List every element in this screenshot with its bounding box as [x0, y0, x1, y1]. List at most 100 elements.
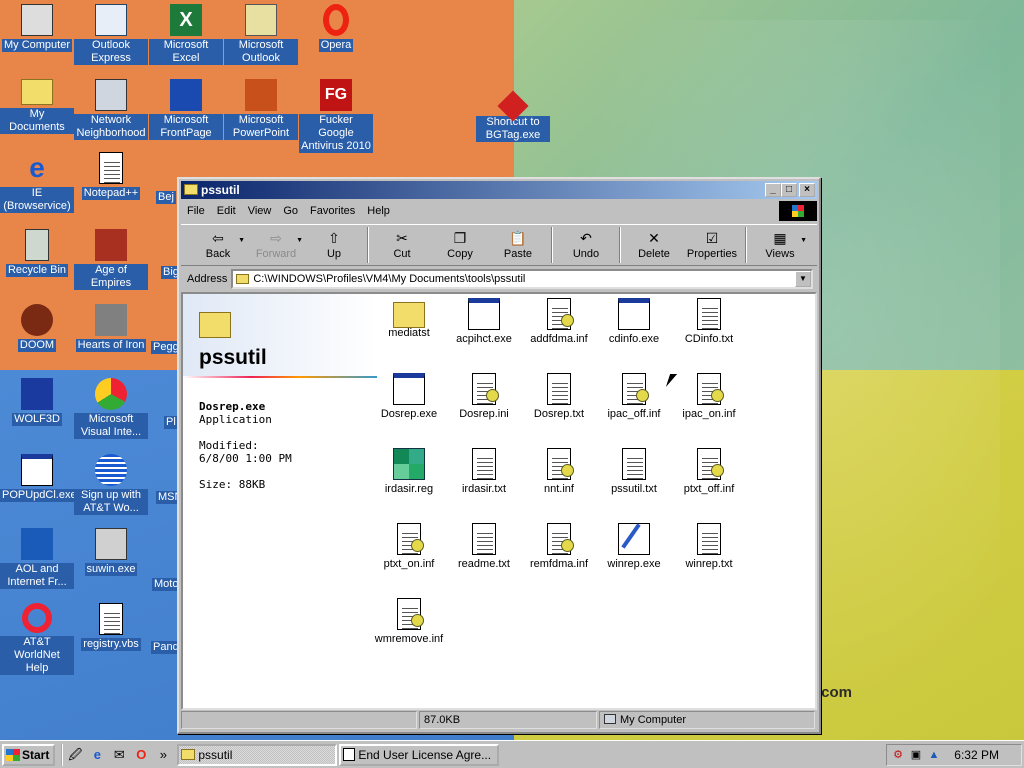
- quick-launch-chevron-icon[interactable]: »: [155, 747, 171, 763]
- dropdown-arrow-icon[interactable]: ▼: [296, 237, 303, 244]
- internet-explorer-icon[interactable]: e: [89, 747, 105, 763]
- file-item[interactable]: remfdma.inf: [521, 523, 597, 571]
- address-label: Address: [187, 273, 228, 285]
- outlook-express-icon: [95, 4, 127, 36]
- file-item[interactable]: pssutil.txt: [596, 448, 672, 496]
- close-button[interactable]: ×: [799, 183, 815, 197]
- cut-button[interactable]: ✂ Cut: [373, 225, 431, 265]
- globe-icon: [95, 454, 127, 486]
- undo-button[interactable]: ↶ Undo: [557, 225, 615, 265]
- file-item[interactable]: Dosrep.ini: [446, 373, 522, 421]
- folder-content-pane[interactable]: pssutil Dosrep.exe Application Modified:…: [181, 292, 817, 710]
- desktop-icon-registry-vbs[interactable]: registry.vbs: [74, 603, 148, 651]
- file-item[interactable]: winrep.exe: [596, 523, 672, 571]
- desktop-icon-ie[interactable]: e IE (Browservice): [0, 152, 74, 213]
- window-titlebar[interactable]: pssutil _ □ ×: [181, 181, 817, 199]
- desktop-icon-label: POPUpdCl.exe: [0, 489, 79, 502]
- desktop-icon-wolf3d[interactable]: WOLF3D: [0, 378, 74, 426]
- desktop-icon-aol[interactable]: AOL and Internet Fr...: [0, 528, 74, 589]
- file-item[interactable]: ipac_on.inf: [671, 373, 747, 421]
- desktop-icon-frontpage[interactable]: Microsoft FrontPage: [149, 79, 223, 140]
- desktop-icon-visual-interdev[interactable]: Microsoft Visual Inte...: [74, 378, 148, 439]
- file-item[interactable]: ipac_off.inf: [596, 373, 672, 421]
- desktop-icon-suwin[interactable]: suwin.exe: [74, 528, 148, 576]
- file-item[interactable]: nnt.inf: [521, 448, 597, 496]
- clock[interactable]: 6:32 PM: [954, 748, 999, 762]
- file-item[interactable]: ptxt_off.inf: [671, 448, 747, 496]
- forward-button[interactable]: ⇨ Forward ▼: [247, 225, 305, 265]
- up-button[interactable]: ⇧ Up: [305, 225, 363, 265]
- paste-button[interactable]: 📋 Paste: [489, 225, 547, 265]
- desktop-icon-bgtag-shortcut[interactable]: Shortcut to BGTag.exe: [476, 90, 550, 142]
- file-item[interactable]: irdasir.reg: [371, 448, 447, 496]
- back-button[interactable]: ⇦ Back ▼: [189, 225, 247, 265]
- desktop-icon-popupdcl[interactable]: POPUpdCl.exe: [0, 454, 79, 502]
- desktop-icon-powerpoint[interactable]: Microsoft PowerPoint: [224, 79, 298, 140]
- tray-app-icon[interactable]: ⚙: [891, 748, 905, 762]
- desktop-icon-excel[interactable]: X Microsoft Excel: [149, 4, 223, 65]
- copy-button[interactable]: ❐ Copy: [431, 225, 489, 265]
- desktop-icon-opera[interactable]: Opera: [299, 4, 373, 52]
- task-label: pssutil: [198, 747, 233, 762]
- hearts-of-iron-icon: [95, 304, 127, 336]
- desktop-icon-doom[interactable]: DOOM: [0, 304, 74, 352]
- desktop-icon-att-help[interactable]: AT&T WorldNet Help: [0, 603, 74, 675]
- maximize-button[interactable]: □: [781, 183, 797, 197]
- desktop-icon-fucker-google-antivirus[interactable]: FG Fucker Google Antivirus 2010: [299, 79, 373, 153]
- desktop-icon-hearts-of-iron[interactable]: Hearts of Iron: [74, 304, 148, 352]
- file-item[interactable]: winrep.txt: [671, 523, 747, 571]
- desktop-icon-partial[interactable]: Moto: [152, 575, 181, 591]
- file-item[interactable]: readme.txt: [446, 523, 522, 571]
- up-label: Up: [326, 248, 342, 260]
- menu-edit[interactable]: Edit: [211, 205, 242, 217]
- desktop-icon-age-of-empires[interactable]: Age of Empires: [74, 229, 148, 290]
- file-item[interactable]: Dosrep.exe: [371, 373, 447, 421]
- file-item[interactable]: irdasir.txt: [446, 448, 522, 496]
- back-label: Back: [205, 248, 231, 260]
- file-item[interactable]: acpihct.exe: [446, 298, 522, 346]
- taskbar-button-pssutil[interactable]: pssutil: [177, 743, 338, 766]
- opera-icon[interactable]: O: [133, 747, 149, 763]
- status-pane-object: [181, 711, 417, 729]
- desktop-icon-notepad-plus[interactable]: Notepad++: [74, 152, 148, 200]
- desktop-icon-my-computer[interactable]: My Computer: [0, 4, 74, 52]
- file-name: pssutil.txt: [611, 483, 657, 495]
- file-item[interactable]: addfdma.inf: [521, 298, 597, 346]
- delete-button[interactable]: ✕ Delete: [625, 225, 683, 265]
- file-item[interactable]: cdinfo.exe: [596, 298, 672, 346]
- taskbar-button-eula[interactable]: End User License Agre...: [339, 743, 500, 766]
- dropdown-arrow-icon[interactable]: ▼: [238, 237, 245, 244]
- address-input[interactable]: C:\WINDOWS\Profiles\VM4\My Documents\too…: [231, 269, 813, 289]
- dropdown-arrow-icon[interactable]: ▼: [800, 237, 807, 244]
- file-item[interactable]: Dosrep.txt: [521, 373, 597, 421]
- desktop-icon-outlook-express[interactable]: Outlook Express: [74, 4, 148, 65]
- tray-aol-icon[interactable]: ▲: [927, 748, 941, 762]
- menu-view[interactable]: View: [242, 205, 278, 217]
- file-item[interactable]: wmremove.inf: [371, 598, 447, 646]
- file-item[interactable]: mediatst: [371, 298, 447, 340]
- start-button[interactable]: Start: [2, 743, 56, 766]
- views-button[interactable]: ▦ Views ▼: [751, 225, 809, 265]
- application-icon: [468, 298, 500, 330]
- menu-go[interactable]: Go: [277, 205, 304, 217]
- outlook-express-icon[interactable]: ✉: [111, 747, 127, 763]
- standard-toolbar: ⇦ Back ▼ ⇨ Forward ▼ ⇧ Up ✂ Cut ❐ Copy 📋 Paste ↶…: [181, 224, 817, 266]
- web-view-info-panel: pssutil Dosrep.exe Application Modified:…: [183, 294, 377, 708]
- desktop-icon-recycle-bin[interactable]: Recycle Bin: [0, 229, 74, 277]
- menu-file[interactable]: File: [181, 205, 211, 217]
- desktop-icon-outlook[interactable]: Microsoft Outlook: [224, 4, 298, 65]
- desktop-icon-att-signup[interactable]: Sign up with AT&T Wo...: [74, 454, 148, 515]
- tray-network-icon[interactable]: ▣: [909, 748, 923, 762]
- file-item[interactable]: ptxt_on.inf: [371, 523, 447, 571]
- show-desktop-icon[interactable]: 🖉: [67, 747, 83, 763]
- desktop-icon-network-neighborhood[interactable]: Network Neighborhood: [74, 79, 148, 140]
- status-location: My Computer: [620, 714, 687, 726]
- menu-favorites[interactable]: Favorites: [304, 205, 361, 217]
- address-dropdown-button[interactable]: ▼: [795, 271, 811, 287]
- desktop-icon-my-documents[interactable]: My Documents: [0, 79, 74, 134]
- explorer-window[interactable]: pssutil _ □ × File Edit View Go Favorite…: [177, 177, 821, 734]
- menu-help[interactable]: Help: [361, 205, 396, 217]
- properties-button[interactable]: ☑ Properties: [683, 225, 741, 265]
- file-item[interactable]: CDinfo.txt: [671, 298, 747, 346]
- minimize-button[interactable]: _: [765, 183, 781, 197]
